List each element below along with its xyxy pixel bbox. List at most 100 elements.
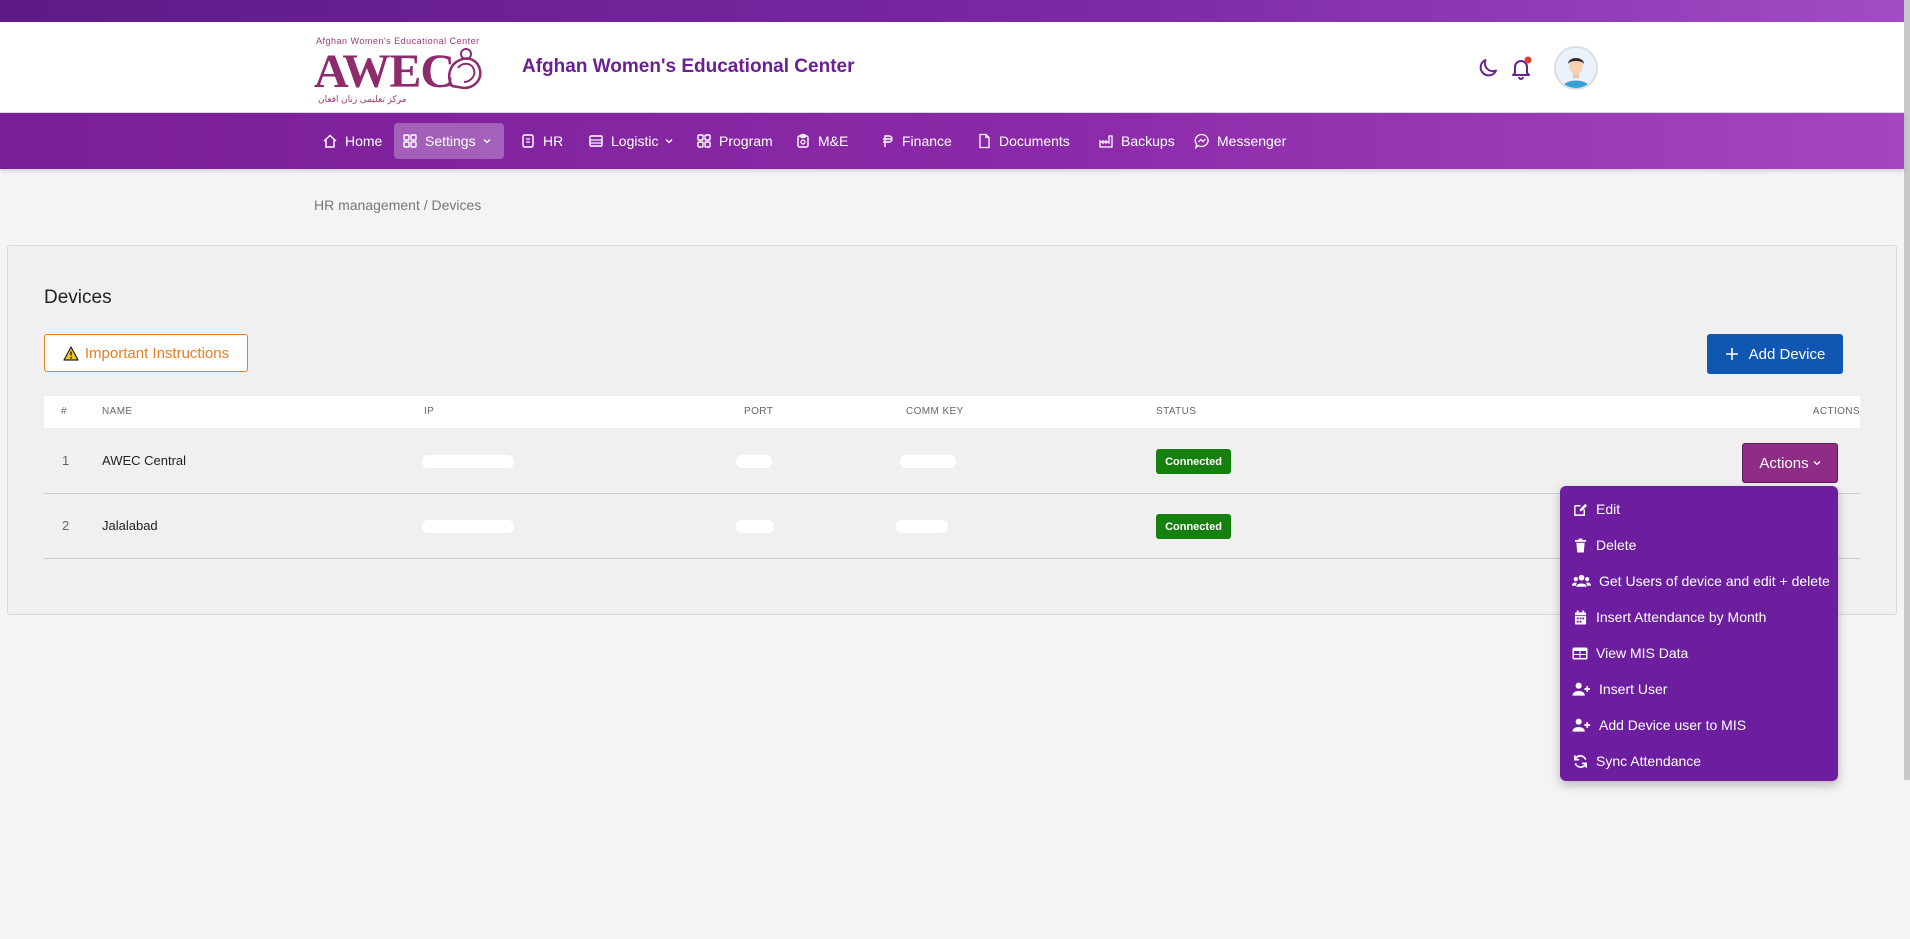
nav-messenger[interactable]: Messenger — [1186, 123, 1294, 159]
redacted-port — [736, 520, 774, 533]
redacted-port — [736, 455, 772, 468]
nav-hr[interactable]: HR — [512, 123, 571, 159]
redacted-comm-key — [896, 520, 948, 533]
header-number: # — [61, 406, 67, 417]
dark-mode-toggle-icon[interactable] — [1476, 56, 1502, 82]
nav-program[interactable]: Program — [688, 123, 781, 159]
add-device-label: Add Device — [1748, 345, 1826, 363]
nav-settings-label: Settings — [425, 133, 476, 149]
menu-item-sync-attendance[interactable]: Sync Attendance — [1572, 748, 1701, 774]
nav-me[interactable]: M&E — [787, 123, 856, 159]
redacted-ip — [422, 520, 514, 533]
users-icon — [1572, 574, 1591, 587]
important-instructions-button[interactable]: Important Instructions — [44, 334, 248, 372]
nav-logistic[interactable]: Logistic — [580, 123, 681, 159]
actions-label: Actions — [1759, 454, 1809, 472]
redacted-comm-key — [900, 455, 956, 468]
home-icon — [323, 134, 337, 148]
menu-item-label: Sync Attendance — [1596, 753, 1702, 769]
grid-icon — [403, 134, 417, 148]
sync-icon — [1573, 754, 1587, 768]
menu-item-delete[interactable]: Delete — [1572, 532, 1636, 558]
menu-item-label: Get Users of device and edit + delete — [1599, 573, 1830, 589]
device-name: AWEC Central — [102, 453, 187, 468]
menu-item-label: View MIS Data — [1596, 645, 1689, 661]
nav-settings[interactable]: Settings — [394, 123, 504, 159]
warning-icon — [63, 345, 79, 361]
nav-me-label: M&E — [818, 133, 849, 149]
page-title: Devices — [44, 287, 112, 308]
nav-home-label: Home — [345, 133, 383, 149]
header-actions: ACTIONS — [1812, 406, 1860, 417]
currency-icon — [883, 135, 893, 147]
calendar-icon — [1574, 610, 1586, 624]
menu-item-label: Add Device user to MIS — [1599, 717, 1747, 733]
nav-backups[interactable]: Backups — [1090, 123, 1183, 159]
id-card-icon — [522, 134, 534, 148]
row-number: 2 — [62, 518, 70, 533]
awec-logo[interactable]: Afghan Women's Educational Center AWEC م… — [314, 36, 490, 106]
top-accent-strip — [0, 0, 1904, 22]
header-port: PORT — [744, 406, 774, 417]
header-comm-key: COMM KEY — [906, 406, 964, 417]
edit-icon — [1573, 503, 1587, 516]
chevron-down-icon — [666, 139, 673, 144]
important-instructions-label: Important Instructions — [84, 344, 230, 362]
nav-logistic-label: Logistic — [611, 133, 659, 149]
nav-finance-label: Finance — [902, 133, 952, 149]
plus-icon — [1725, 348, 1738, 360]
menu-item-view-mis-data[interactable]: View MIS Data — [1572, 640, 1688, 666]
menu-item-label: Insert Attendance by Month — [1596, 609, 1767, 625]
box-icon — [589, 135, 603, 147]
chevron-down-icon — [483, 139, 491, 144]
menu-item-label: Insert User — [1599, 681, 1668, 697]
table-header: # NAME IP PORT COMM KEY STATUS ACTIONS — [44, 396, 1860, 428]
nav-documents[interactable]: Documents — [968, 123, 1078, 159]
user-plus-icon — [1572, 682, 1591, 696]
organization-title: Afghan Women's Educational Center — [522, 56, 855, 77]
logo-text: AWEC — [314, 45, 455, 98]
grid-icon — [697, 134, 711, 148]
nav-messenger-label: Messenger — [1217, 133, 1287, 149]
status-badge: Connected — [1156, 449, 1231, 474]
nav-documents-label: Documents — [999, 133, 1070, 149]
document-icon — [979, 133, 990, 149]
device-name: Jalalabad — [102, 518, 158, 533]
redacted-ip — [422, 455, 514, 468]
actions-dropdown-menu: Edit Delete Get Users of device and edit… — [1560, 486, 1838, 781]
user-plus-icon — [1572, 718, 1591, 732]
menu-item-edit[interactable]: Edit — [1572, 496, 1620, 522]
actions-dropdown-button[interactable]: Actions — [1742, 443, 1838, 483]
clipboard-chart-icon — [797, 133, 809, 148]
menu-item-label: Edit — [1596, 501, 1621, 517]
header-name: NAME — [102, 406, 133, 417]
page-scrollbar[interactable] — [1904, 0, 1910, 780]
header-ip: IP — [424, 406, 435, 417]
menu-item-get-users[interactable]: Get Users of device and edit + delete — [1572, 568, 1830, 594]
breadcrumb: HR management / Devices — [314, 197, 482, 213]
notifications-bell-icon[interactable] — [1509, 56, 1535, 82]
row-number: 1 — [62, 453, 70, 468]
nav-home[interactable]: Home — [314, 123, 390, 159]
nav-backups-label: Backups — [1121, 133, 1175, 149]
menu-item-label: Delete — [1596, 537, 1637, 553]
menu-item-add-device-user[interactable]: Add Device user to MIS — [1572, 712, 1746, 738]
trash-icon — [1574, 538, 1586, 552]
header-status: STATUS — [1156, 406, 1197, 417]
user-avatar[interactable] — [1554, 46, 1598, 90]
messenger-icon — [1194, 133, 1209, 149]
table-icon — [1572, 647, 1588, 659]
menu-item-insert-user[interactable]: Insert User — [1572, 676, 1667, 702]
nav-program-label: Program — [719, 133, 773, 149]
menu-item-insert-attendance[interactable]: Insert Attendance by Month — [1572, 604, 1766, 630]
status-badge: Connected — [1156, 514, 1231, 539]
logo-emblem-icon — [448, 48, 482, 90]
backup-icon — [1099, 135, 1113, 148]
table-row: 1 AWEC Central Connected — [44, 429, 1860, 494]
chevron-down-icon — [1813, 461, 1821, 466]
nav-hr-label: HR — [543, 133, 564, 149]
main-navbar: Home Settings HR Logistic Program M&E Fi… — [0, 113, 1904, 169]
nav-finance[interactable]: Finance — [871, 123, 960, 159]
add-device-button[interactable]: Add Device — [1707, 334, 1843, 374]
app-header: Afghan Women's Educational Center AWEC م… — [0, 22, 1904, 113]
